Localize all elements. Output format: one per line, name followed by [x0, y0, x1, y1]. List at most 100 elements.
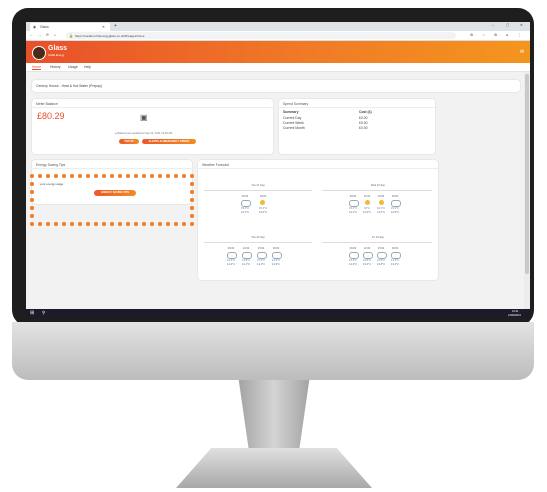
- weather-temp: 12.6°C: [391, 211, 399, 214]
- new-tab-icon[interactable]: +: [114, 23, 117, 29]
- top-up-button[interactable]: TOP UP: [119, 139, 139, 144]
- glass-logo-icon: [32, 46, 46, 60]
- weather-time: 09:00: [349, 195, 357, 198]
- spend-row-cost: £0.00: [359, 116, 368, 120]
- nav-history[interactable]: History: [50, 65, 61, 69]
- tab-title: Glass: [40, 25, 49, 29]
- cloud-icon: [391, 252, 401, 259]
- weather-time: 18:00: [391, 195, 399, 198]
- profile-avatar-icon[interactable]: ●: [506, 33, 508, 37]
- weather-temp: 12.6°C: [363, 211, 371, 214]
- weather-temp: 14.3°C: [272, 259, 280, 262]
- forward-icon[interactable]: →: [38, 33, 41, 37]
- weather-temp: 15.1°C: [391, 207, 399, 210]
- monitor-screen: ◉ Glass ✕ + – ▢ ✕ ← → ⟳ ⌂ 🔒 https://resi…: [26, 22, 530, 318]
- spend-header-summary: Summary: [283, 110, 299, 114]
- windows-start-icon[interactable]: ⊞: [30, 310, 34, 316]
- weather-day-label: Tue 21 Sep: [251, 184, 265, 187]
- mail-icon[interactable]: ✉: [520, 49, 524, 55]
- monitor-stand-neck: [238, 380, 310, 450]
- cloud-icon: [349, 252, 359, 259]
- sun-cloud-icon: [379, 200, 384, 205]
- spend-header-cost: Cost (£): [359, 110, 372, 114]
- minimize-icon[interactable]: –: [492, 23, 494, 27]
- weather-temp: 14.8°C: [242, 259, 250, 262]
- property-name: Century House - Heat & Hot Water (Prepay…: [36, 84, 103, 88]
- address-bar[interactable]: 🔒 https://resident.rfidenergyglass.co.uk…: [66, 32, 456, 39]
- weather-temp: 13.2°C: [363, 263, 371, 266]
- energy-saving-tips-card: Energy Saving Tips your energy usage ENE…: [32, 160, 192, 204]
- spend-row-cost: £0.00: [359, 121, 368, 125]
- weather-time: 15:00: [377, 247, 385, 250]
- weather-day-label: Thu 23 Sep: [251, 236, 265, 239]
- weather-temp: 14.2°C: [257, 263, 265, 266]
- cloud-icon: [377, 252, 387, 259]
- weather-forecast-card: Weather Forecast Tue 21 Sep 09:00 15.2°C…: [198, 160, 438, 280]
- balance-updated: ● Balance last updated at Sep 20, 2021 1…: [115, 132, 172, 135]
- monitor-stand-base: [176, 448, 372, 488]
- weather-time: 09:00: [349, 247, 357, 250]
- cloud-icon: [272, 252, 282, 259]
- weather-temp: 15.1°C: [349, 207, 357, 210]
- nav-usage[interactable]: Usage: [68, 65, 78, 69]
- spend-row-label: Current Day: [283, 116, 302, 120]
- menu-icon[interactable]: ⋮: [518, 33, 521, 37]
- weather-temp: 13.0°C: [259, 211, 267, 214]
- search-icon[interactable]: ⚲: [42, 310, 45, 316]
- energy-saving-tips-button[interactable]: ENERGY SAVING TIPS: [94, 190, 136, 196]
- bookmark-star-icon[interactable]: ☆: [482, 33, 485, 37]
- weather-temp: 15.3°C: [257, 259, 265, 262]
- weather-time: 18:00: [259, 195, 267, 198]
- sun-cloud-icon: [365, 200, 370, 205]
- weather-temp: 15.3°C: [259, 207, 267, 210]
- tab-close-icon[interactable]: ✕: [102, 25, 105, 29]
- taskbar-date: 21/09/2021: [508, 313, 521, 317]
- balance-amount: £80.29: [37, 111, 65, 121]
- weather-temp: 16.2°C: [377, 207, 385, 210]
- sun-cloud-icon: [260, 200, 265, 205]
- nav-help[interactable]: Help: [84, 65, 91, 69]
- weather-time: 12:00: [363, 195, 371, 198]
- address-text: https://resident.rfidenergyglass.co.uk/#…: [75, 33, 145, 38]
- back-icon[interactable]: ←: [30, 33, 33, 37]
- cloud-icon: [257, 252, 267, 259]
- lock-icon: 🔒: [69, 33, 74, 38]
- meter-balance-title: Meter Balance: [36, 102, 58, 106]
- maximize-icon[interactable]: ▢: [506, 23, 509, 27]
- weather-temp: 14.8°C: [377, 259, 385, 262]
- wallet-icon: ▣: [140, 113, 148, 122]
- weather-temp: 16°C: [364, 207, 370, 210]
- tab-favicon-icon: ◉: [33, 25, 36, 29]
- scrollbar-thumb[interactable]: [525, 74, 529, 274]
- weather-time: 18:00: [391, 247, 399, 250]
- energy-tips-title: Energy Saving Tips: [36, 163, 66, 167]
- browser-tab[interactable]: ◉ Glass ✕: [30, 23, 110, 31]
- weather-temp: 14.3°C: [272, 263, 280, 266]
- weather-temp: 14.3°C: [227, 259, 235, 262]
- weather-time: 18:00: [272, 247, 280, 250]
- weather-time: 09:00: [227, 247, 235, 250]
- cloud-icon: [242, 252, 252, 259]
- logo-subtitle: CARE Energy: [48, 54, 65, 57]
- nav-home[interactable]: Home: [32, 65, 42, 70]
- weather-temp: 14.3°C: [349, 259, 357, 262]
- taskbar-time: 10:21: [512, 309, 519, 313]
- weather-time: 15:00: [257, 247, 265, 250]
- weather-title: Weather Forecast: [202, 163, 229, 167]
- cloud-icon: [391, 200, 401, 207]
- reload-icon[interactable]: ⟳: [46, 33, 49, 37]
- spend-row-label: Current Week: [283, 121, 304, 125]
- page-scrollbar[interactable]: [524, 72, 530, 309]
- weather-day-label: Fri 24 Sep: [372, 236, 384, 239]
- weather-temp: 14.2°C: [377, 211, 385, 214]
- weather-time: 09:00: [241, 195, 249, 198]
- energy-tips-text: your energy usage: [40, 182, 64, 186]
- extensions-icon[interactable]: ⚙: [470, 33, 473, 37]
- weather-time: 15:00: [377, 195, 385, 198]
- alerts-emergency-credit-button[interactable]: ALERTS & EMERGENCY CREDIT: [142, 139, 196, 144]
- window-close-icon[interactable]: ✕: [520, 23, 523, 27]
- settings-icon[interactable]: ⚙: [494, 33, 497, 37]
- weather-temp: 13.3°C: [391, 259, 399, 262]
- home-icon[interactable]: ⌂: [54, 33, 56, 37]
- property-card: Century House - Heat & Hot Water (Prepay…: [32, 80, 520, 92]
